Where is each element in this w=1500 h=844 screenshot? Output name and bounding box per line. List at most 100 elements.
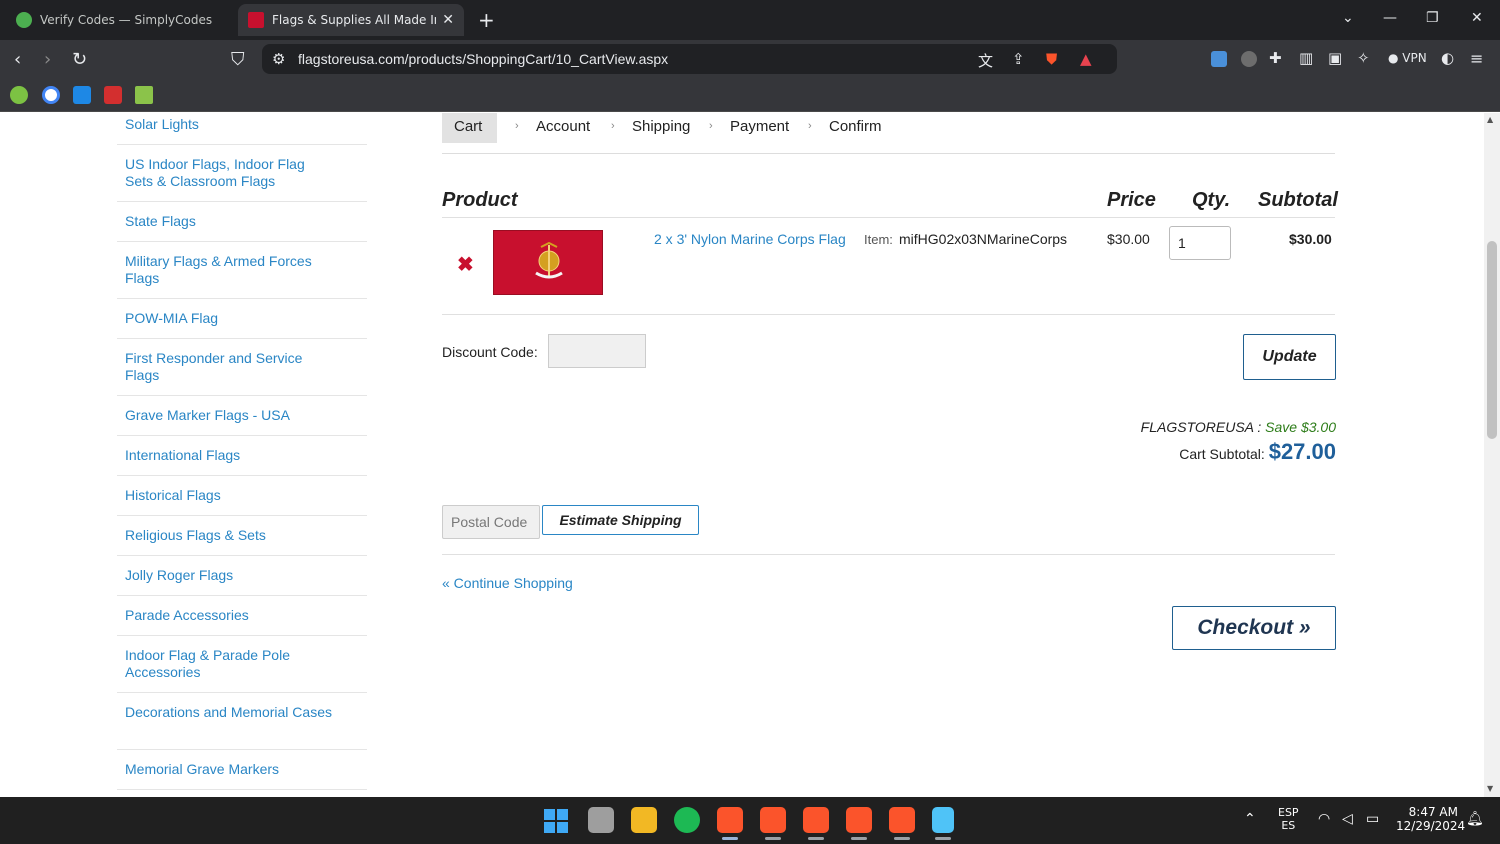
discount-code-input[interactable] bbox=[548, 334, 646, 368]
back-icon[interactable]: ‹ bbox=[14, 49, 21, 70]
volume-icon[interactable]: ◁ bbox=[1342, 811, 1353, 827]
postal-code-input[interactable]: Postal Code bbox=[442, 505, 540, 539]
menu-icon[interactable]: ≡ bbox=[1470, 49, 1483, 68]
brave-browser-icon[interactable] bbox=[717, 807, 743, 833]
clock-date: 12/29/2024 bbox=[1396, 819, 1466, 833]
notifications-icon[interactable]: 🔔︎ bbox=[1466, 811, 1484, 827]
close-tab-icon[interactable]: ✕ bbox=[442, 12, 454, 28]
scroll-down-icon[interactable]: ▼ bbox=[1487, 784, 1493, 793]
bookmark-edge-icon[interactable] bbox=[73, 86, 91, 104]
restore-button[interactable]: ❐ bbox=[1426, 10, 1439, 26]
scroll-up-icon[interactable]: ▲ bbox=[1487, 115, 1493, 124]
extension-icon[interactable] bbox=[1241, 51, 1257, 67]
close-window-button[interactable]: ✕ bbox=[1471, 10, 1483, 26]
notepad-icon[interactable] bbox=[932, 807, 954, 833]
tab-simplycodes[interactable]: Verify Codes — SimplyCodes bbox=[6, 4, 234, 36]
product-image[interactable] bbox=[493, 230, 603, 295]
sidebar-item-first-responder[interactable]: First Responder and Service Flags bbox=[125, 350, 335, 384]
divider bbox=[117, 692, 367, 693]
vpn-label: VPN bbox=[1402, 51, 1427, 65]
brave-profile-icon[interactable] bbox=[803, 807, 829, 833]
brave-rewards-icon[interactable]: ▲ bbox=[1080, 50, 1092, 68]
sidebar-item-historical-flags[interactable]: Historical Flags bbox=[125, 487, 335, 504]
address-bar[interactable]: ⚙ flagstoreusa.com/products/ShoppingCart… bbox=[262, 44, 1117, 74]
sidebar-item-military-flags[interactable]: Military Flags & Armed Forces Flags bbox=[125, 253, 335, 287]
step-shipping[interactable]: Shipping bbox=[632, 118, 690, 135]
translate-extension-icon[interactable] bbox=[1211, 51, 1227, 67]
sidebar-item-us-indoor-flags[interactable]: US Indoor Flags, Indoor Flag Sets & Clas… bbox=[125, 156, 335, 190]
extensions-puzzle-icon[interactable]: ✚ bbox=[1269, 49, 1282, 67]
bookmark-icon[interactable]: ⛉ bbox=[231, 49, 245, 70]
share-icon[interactable]: ⇪ bbox=[1012, 50, 1025, 68]
new-tab-button[interactable]: + bbox=[478, 8, 495, 32]
tab-search-icon[interactable]: ⌄ bbox=[1342, 10, 1354, 26]
forward-icon[interactable]: › bbox=[44, 49, 51, 70]
sidebar-item-indoor-pole-accessories[interactable]: Indoor Flag & Parade Pole Accessories bbox=[125, 647, 335, 681]
leo-ai-icon[interactable]: ✧ bbox=[1357, 49, 1370, 67]
sidebar-icon[interactable]: ▥ bbox=[1299, 49, 1313, 67]
checkout-button[interactable]: Checkout » bbox=[1172, 606, 1336, 650]
wallet-icon[interactable]: ▣ bbox=[1328, 49, 1342, 67]
bookmark-google-icon[interactable] bbox=[42, 86, 60, 104]
task-view-icon[interactable] bbox=[588, 807, 614, 833]
bookmark-target-icon[interactable] bbox=[104, 86, 122, 104]
site-settings-icon[interactable]: ⚙ bbox=[272, 50, 285, 68]
brave-shields-icon[interactable]: ⛊ bbox=[1046, 50, 1057, 68]
product-name-link[interactable]: 2 x 3' Nylon Marine Corps Flag bbox=[654, 231, 846, 247]
brave-profile-icon[interactable] bbox=[889, 807, 915, 833]
clock[interactable]: 8:47 AM 12/29/2024 bbox=[1396, 805, 1466, 833]
tab-flagstore[interactable]: Flags & Supplies All Made In A ✕ bbox=[238, 4, 464, 36]
item-label: Item: bbox=[864, 232, 893, 247]
file-explorer-icon[interactable] bbox=[631, 807, 657, 833]
discount-code-label: Discount Code: bbox=[442, 344, 538, 360]
brave-profile-icon[interactable] bbox=[760, 807, 786, 833]
estimate-shipping-button[interactable]: Estimate Shipping bbox=[542, 505, 699, 535]
sidebar-item-religious-flags[interactable]: Religious Flags & Sets bbox=[125, 527, 335, 544]
divider bbox=[117, 201, 367, 202]
sidebar-item-decorations-cases[interactable]: Decorations and Memorial Cases bbox=[125, 704, 335, 721]
continue-shopping-link[interactable]: « Continue Shopping bbox=[442, 575, 573, 591]
wifi-icon[interactable]: ◠ bbox=[1318, 811, 1330, 827]
divider bbox=[117, 395, 367, 396]
brave-profile-icon[interactable] bbox=[846, 807, 872, 833]
step-cart[interactable]: Cart bbox=[454, 118, 482, 135]
quantity-input[interactable]: 1 bbox=[1169, 226, 1231, 260]
sidebar-item-international-flags[interactable]: International Flags bbox=[125, 447, 335, 464]
sidebar-item-state-flags[interactable]: State Flags bbox=[125, 213, 335, 230]
update-button[interactable]: Update bbox=[1243, 334, 1336, 380]
step-account[interactable]: Account bbox=[536, 118, 590, 135]
divider bbox=[442, 554, 1335, 555]
cart-subtotal-label: Cart Subtotal: bbox=[1179, 446, 1265, 462]
divider bbox=[117, 635, 367, 636]
minimize-button[interactable]: — bbox=[1383, 10, 1397, 26]
profile-icon[interactable]: ◐ bbox=[1441, 49, 1454, 67]
sidebar-item-grave-marker-flags[interactable]: Grave Marker Flags - USA bbox=[125, 407, 335, 424]
windows-start-icon[interactable] bbox=[544, 809, 568, 833]
page-scrollbar[interactable]: ▲ ▼ bbox=[1484, 113, 1500, 797]
sidebar-item-solar-lights[interactable]: Solar Lights bbox=[125, 116, 335, 133]
reload-icon[interactable]: ↻ bbox=[72, 49, 87, 70]
show-hidden-icons-icon[interactable]: ⌃ bbox=[1244, 811, 1256, 827]
divider bbox=[117, 298, 367, 299]
translate-icon[interactable]: 文 bbox=[978, 50, 993, 71]
sidebar-item-jolly-roger-flags[interactable]: Jolly Roger Flags bbox=[125, 567, 335, 584]
remove-item-icon[interactable]: ✖ bbox=[457, 252, 474, 277]
tab-label: Verify Codes — SimplyCodes bbox=[40, 13, 213, 27]
sidebar-item-parade-accessories[interactable]: Parade Accessories bbox=[125, 607, 335, 624]
battery-icon[interactable]: ▭ bbox=[1366, 811, 1379, 827]
url-text[interactable]: flagstoreusa.com/products/ShoppingCart/1… bbox=[298, 51, 668, 67]
bookmark-simplycodes-icon[interactable] bbox=[10, 86, 28, 104]
step-payment[interactable]: Payment bbox=[730, 118, 789, 135]
spotify-icon[interactable] bbox=[674, 807, 700, 833]
checkout-steps: Cart › Account › Shipping › Payment › Co… bbox=[442, 113, 1335, 154]
bookmark-app-icon[interactable] bbox=[135, 86, 153, 104]
language-indicator[interactable]: ESP ES bbox=[1278, 806, 1299, 832]
scroll-thumb[interactable] bbox=[1487, 241, 1497, 439]
step-confirm[interactable]: Confirm bbox=[829, 118, 882, 135]
sidebar-item-pow-mia-flag[interactable]: POW-MIA Flag bbox=[125, 310, 335, 327]
windows-taskbar: ⌃ ESP ES ◠ ◁ ▭ 8:47 AM 12/29/2024 🔔︎ bbox=[0, 797, 1500, 844]
vpn-button[interactable]: ● VPN bbox=[1388, 51, 1427, 65]
sidebar-item-memorial-grave-markers[interactable]: Memorial Grave Markers bbox=[125, 761, 335, 778]
coupon-applied: FLAGSTOREUSA : Save $3.00 bbox=[1141, 419, 1336, 435]
browser-tab-strip: Verify Codes — SimplyCodes Flags & Suppl… bbox=[0, 0, 1500, 40]
